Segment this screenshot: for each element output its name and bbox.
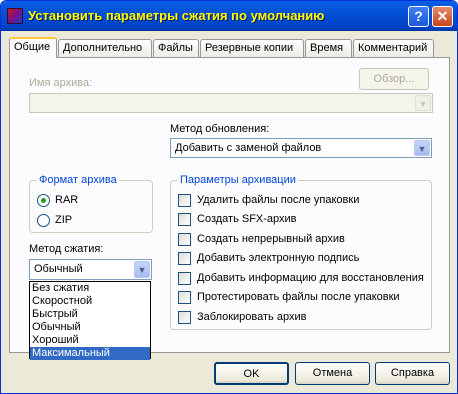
cancel-button[interactable]: Отмена <box>295 362 370 385</box>
tab-backup[interactable]: Резервные копии <box>200 39 304 57</box>
recovery-record-checkbox[interactable] <box>178 272 191 285</box>
dropdown-option[interactable]: Быстрый <box>30 308 150 321</box>
format-zip-label[interactable]: ZIP <box>55 214 72 226</box>
window-title: Установить параметры сжатия по умолчанию <box>28 8 325 23</box>
dropdown-option[interactable]: Хороший <box>30 334 150 347</box>
chevron-down-icon[interactable]: ▼ <box>134 261 150 278</box>
tab-general[interactable]: Общие <box>9 37 57 58</box>
sfx-label[interactable]: Создать SFX-архив <box>197 213 297 225</box>
tab-comment[interactable]: Комментарий <box>353 39 434 57</box>
chevron-down-icon[interactable]: ▼ <box>414 140 430 156</box>
archive-name-label: Имя архива: <box>29 77 93 89</box>
delete-files-label[interactable]: Удалить файлы после упаковки <box>197 194 359 206</box>
update-method-value: Добавить с заменой файлов <box>175 142 322 154</box>
tab-time[interactable]: Время <box>305 39 352 57</box>
archive-name-combo[interactable]: ▼ <box>29 93 433 113</box>
format-zip-radio[interactable] <box>37 214 50 227</box>
chevron-down-icon[interactable]: ▼ <box>415 95 431 111</box>
update-method-label: Метод обновления: <box>170 123 270 135</box>
archive-params-legend: Параметры архивации <box>178 174 298 186</box>
dropdown-option[interactable]: Обычный <box>30 321 150 334</box>
help-title-button[interactable]: ? <box>408 6 429 27</box>
format-rar-label[interactable]: RAR <box>55 194 78 206</box>
test-files-label[interactable]: Протестировать файлы после упаковки <box>197 291 400 303</box>
dropdown-option[interactable]: Без сжатия <box>30 282 150 295</box>
winrar-icon <box>7 8 23 24</box>
compression-method-dropdown[interactable]: Без сжатия Скоростной Быстрый Обычный Хо… <box>29 281 151 360</box>
digital-signature-label[interactable]: Добавить электронную подпись <box>197 252 359 264</box>
dialog-window: Установить параметры сжатия по умолчанию… <box>0 0 458 394</box>
title-bar[interactable]: Установить параметры сжатия по умолчанию… <box>1 1 457 31</box>
sfx-checkbox[interactable] <box>178 213 191 226</box>
dropdown-option[interactable]: Скоростной <box>30 295 150 308</box>
tab-files[interactable]: Файлы <box>153 39 199 57</box>
dropdown-option-selected[interactable]: Максимальный <box>30 347 150 360</box>
help-button[interactable]: Справка <box>375 362 450 385</box>
lock-archive-label[interactable]: Заблокировать архив <box>197 311 306 323</box>
solid-archive-checkbox[interactable] <box>178 233 191 246</box>
archive-format-legend: Формат архива <box>37 174 119 186</box>
test-files-checkbox[interactable] <box>178 291 191 304</box>
compression-method-value: Обычный <box>34 263 83 275</box>
update-method-select[interactable]: Добавить с заменой файлов ▼ <box>170 138 432 158</box>
ok-button[interactable]: OK <box>214 362 289 385</box>
digital-signature-checkbox[interactable] <box>178 252 191 265</box>
compression-method-select[interactable]: Обычный ▼ <box>29 259 152 280</box>
recovery-record-label[interactable]: Добавить информацию для восстановления <box>197 272 424 284</box>
delete-files-checkbox[interactable] <box>178 194 191 207</box>
browse-button[interactable]: Обзор... <box>359 68 429 90</box>
tab-advanced[interactable]: Дополнительно <box>58 39 152 57</box>
compression-method-label: Метод сжатия: <box>29 243 104 255</box>
close-button[interactable]: ✕ <box>432 6 453 27</box>
format-rar-radio[interactable] <box>37 194 50 207</box>
solid-archive-label[interactable]: Создать непрерывный архив <box>197 233 345 245</box>
lock-archive-checkbox[interactable] <box>178 311 191 324</box>
